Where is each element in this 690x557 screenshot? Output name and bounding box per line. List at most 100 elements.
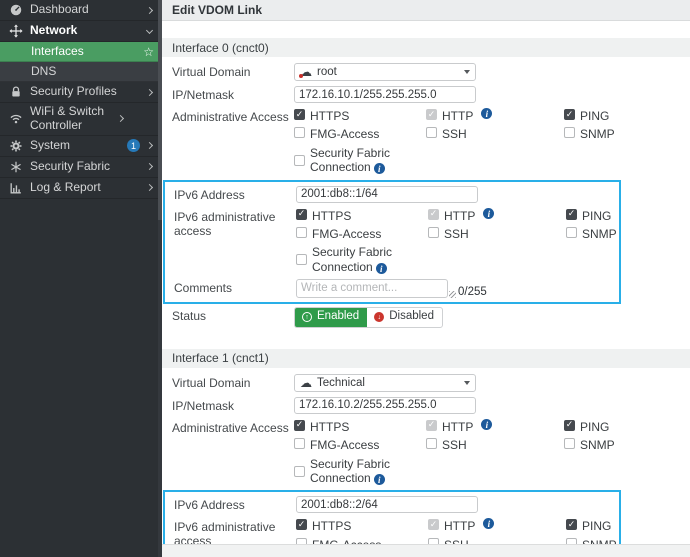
sidebar-item-label: Dashboard (30, 2, 89, 17)
chevron-right-icon (145, 88, 154, 97)
fmg-access-checkbox[interactable]: FMG-Access (294, 126, 426, 141)
sidebar-item-system[interactable]: System 1 (0, 136, 162, 157)
http-checkbox[interactable]: HTTP (428, 518, 566, 533)
field-label: IP/Netmask (172, 88, 235, 102)
ip-netmask-input[interactable] (294, 396, 476, 414)
ssh-checkbox[interactable]: SSH (426, 126, 564, 141)
char-counter: 0/255 (458, 285, 487, 298)
checkbox-icon (426, 438, 437, 450)
interface-0-section: Interface 0 (cnct0) Virtual Domain root … (162, 38, 690, 337)
ping-checkbox[interactable]: PING (564, 419, 680, 434)
section-header: Interface 0 (cnct0) (162, 38, 690, 57)
sidebar-item-interfaces[interactable]: Interfaces (0, 42, 162, 62)
info-icon[interactable] (481, 418, 493, 430)
checkbox-icon (294, 419, 305, 431)
ip-netmask-row: IP/Netmask (172, 396, 680, 414)
sidebar-item-security-fabric[interactable]: Security Fabric (0, 157, 162, 178)
sidebar-item-label: Security Profiles (30, 84, 117, 99)
vdom-cloud-icon (299, 66, 312, 78)
ipv6-address-input[interactable] (296, 185, 478, 203)
checkbox-icon (566, 519, 577, 531)
sidebar-item-network[interactable]: Network (0, 21, 162, 42)
sidebar-item-label: DNS (31, 63, 57, 78)
ssh-checkbox[interactable]: SSH (426, 437, 564, 452)
content: Edit VDOM Link Interface 0 (cnct0) Virtu… (162, 0, 690, 557)
security-fabric-connection-checkbox[interactable]: Security Fabric Connection (296, 244, 428, 274)
field-label: IP/Netmask (172, 398, 235, 413)
info-icon[interactable] (375, 262, 387, 274)
ipv6-address-input[interactable] (296, 496, 478, 514)
gear-icon (8, 138, 24, 154)
checkbox-icon (296, 254, 307, 266)
https-checkbox[interactable]: HTTPS (294, 419, 426, 434)
checkbox-icon (294, 109, 305, 120)
checkbox-icon (564, 419, 575, 431)
snmp-checkbox[interactable]: SNMP (566, 226, 619, 241)
sidebar-item-log-report[interactable]: Log & Report (0, 178, 162, 199)
ping-checkbox[interactable]: PING (564, 108, 680, 123)
status-disabled-button[interactable]: Disabled (367, 308, 442, 327)
fmg-access-checkbox[interactable]: FMG-Access (296, 226, 428, 241)
checkbox-icon (296, 208, 307, 220)
network-icon (8, 23, 24, 39)
info-icon[interactable] (481, 108, 493, 119)
info-icon[interactable] (483, 518, 495, 530)
chevron-right-icon (145, 6, 154, 15)
sidebar-item-security-profiles[interactable]: Security Profiles (0, 82, 162, 103)
sidebar-item-wifi-switch-controller[interactable]: WiFi & Switch Controller (0, 103, 162, 136)
selected-vdom: root (317, 66, 337, 78)
snmp-checkbox[interactable]: SNMP (564, 437, 680, 452)
checkbox-icon (294, 127, 305, 139)
admin-access-row: Administrative Access HTTPS HTTP PING FM… (172, 418, 680, 486)
field-label: Status (172, 309, 207, 324)
security-fabric-connection-checkbox[interactable]: Security Fabric Connection (294, 145, 426, 175)
chevron-right-icon (145, 141, 154, 150)
chevron-right-icon (145, 162, 154, 171)
resize-handle-icon[interactable] (449, 291, 456, 299)
sidebar-item-dashboard[interactable]: Dashboard (0, 0, 162, 21)
chevron-down-icon (145, 27, 154, 36)
interface-1-section: Interface 1 (cnct1) Virtual Domain Techn… (162, 348, 690, 557)
ping-checkbox[interactable]: PING (566, 518, 619, 533)
info-icon[interactable] (373, 474, 385, 486)
ip-netmask-row: IP/Netmask (172, 86, 680, 103)
ip-netmask-input[interactable] (294, 86, 476, 103)
ipv6-address-row: IPv6 Address (174, 185, 619, 203)
checkbox-icon (426, 419, 437, 431)
virtual-domain-select[interactable]: Technical (294, 373, 476, 392)
checkbox-icon (294, 438, 305, 450)
sidebar-item-dns[interactable]: DNS (0, 62, 162, 82)
ssh-checkbox[interactable]: SSH (428, 226, 566, 241)
https-checkbox[interactable]: HTTPS (294, 108, 426, 123)
security-fabric-connection-checkbox[interactable]: Security Fabric Connection (294, 456, 426, 486)
disabled-icon (374, 312, 385, 323)
comments-row: Comments 0/255 (174, 279, 619, 299)
fmg-access-checkbox[interactable]: FMG-Access (294, 437, 426, 452)
info-icon[interactable] (373, 163, 385, 175)
status-enabled-button[interactable]: Enabled (295, 308, 368, 327)
favorite-star-icon[interactable] (143, 46, 154, 58)
https-checkbox[interactable]: HTTPS (296, 518, 428, 533)
ipv6-address-row: IPv6 Address (174, 496, 619, 514)
enabled-icon (302, 312, 312, 323)
ping-checkbox[interactable]: PING (566, 208, 619, 223)
checkbox-icon (564, 127, 575, 139)
admin-access-options: HTTPS HTTP PING FMG-Access SSH SNMP Secu… (294, 108, 680, 175)
virtual-domain-row: Virtual Domain root (172, 63, 680, 81)
field-label: Administrative Access (172, 420, 289, 435)
virtual-domain-select[interactable]: root (294, 63, 476, 81)
checkbox-icon (294, 154, 305, 166)
sidebar: Dashboard Network Interfaces DNS Securit… (0, 0, 162, 557)
https-checkbox[interactable]: HTTPS (296, 208, 428, 223)
checkbox-icon (428, 519, 439, 531)
comments-input[interactable] (296, 279, 448, 299)
sidebar-item-label: System (30, 137, 71, 152)
snmp-checkbox[interactable]: SNMP (564, 126, 680, 141)
http-checkbox[interactable]: HTTP (426, 108, 564, 123)
http-checkbox[interactable]: HTTP (428, 207, 566, 223)
http-checkbox[interactable]: HTTP (426, 418, 564, 434)
lock-icon (8, 84, 24, 100)
info-icon[interactable] (483, 207, 495, 219)
chevron-right-icon (116, 114, 125, 123)
bar-chart-icon (8, 180, 24, 196)
